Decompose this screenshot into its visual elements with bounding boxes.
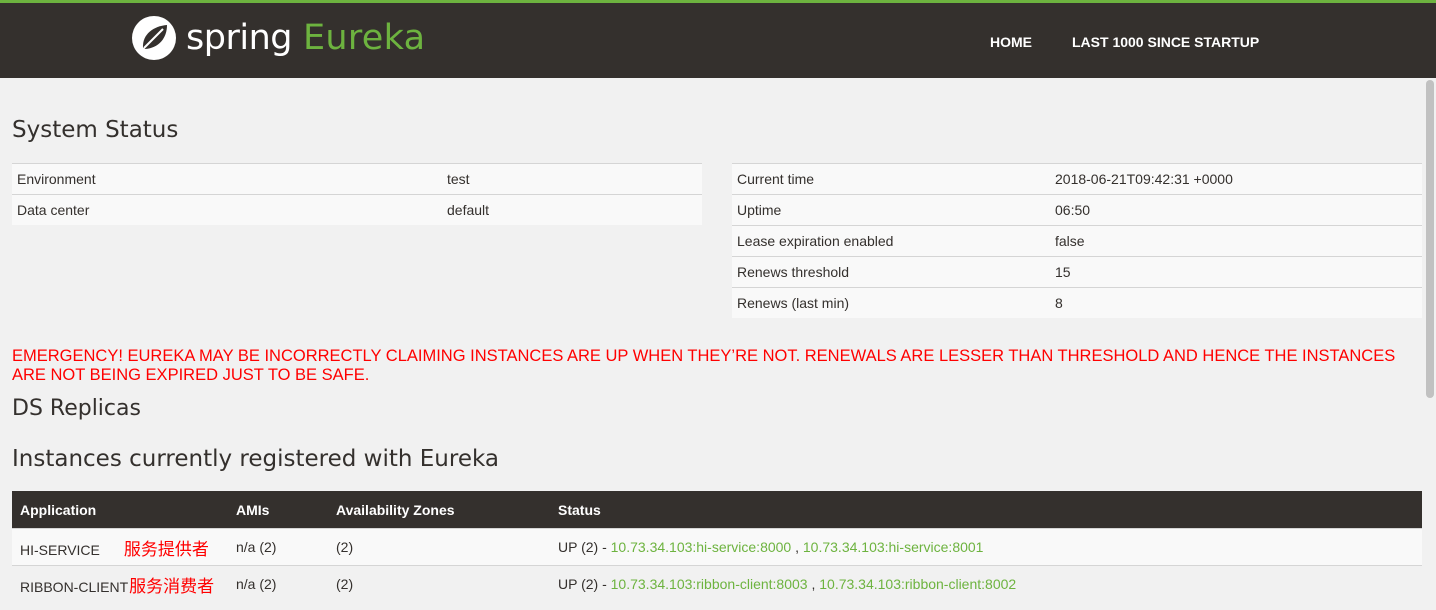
application-cell: HI-SERVICE 服务提供者 [12,528,228,566]
status-label: Uptime [732,194,1050,226]
table-row: Current time 2018-06-21T09:42:31 +0000 [732,163,1422,195]
zones-cell: (2) [328,565,550,602]
instance-link[interactable]: 10.73.34.103:hi-service:8000 [611,539,792,555]
status-label: Data center [12,194,442,225]
nav-home-link[interactable]: HOME [990,34,1032,50]
zones-cell: (2) [328,528,550,566]
table-row: HI-SERVICE 服务提供者 n/a (2) (2) UP (2) - 10.… [12,528,1422,566]
status-label: Environment [12,163,442,195]
table-row: Lease expiration enabled false [732,225,1422,257]
status-value: default [442,194,702,225]
column-header-amis: AMIs [228,491,328,529]
table-row: Renews (last min) 8 [732,287,1422,318]
amis-cell: n/a (2) [228,565,328,602]
table-row: RIBBON-CLIENT服务消费者 n/a (2) (2) UP (2) - … [12,565,1422,602]
amis-cell: n/a (2) [228,528,328,566]
nav-last-1000-link[interactable]: LAST 1000 SINCE STARTUP [1072,34,1259,50]
instances-table: Application AMIs Availability Zones Stat… [12,491,1422,602]
nav-links: HOME LAST 1000 SINCE STARTUP [990,34,1259,50]
column-header-application: Application [12,491,228,529]
link-separator: , [807,576,820,592]
status-cell: UP (2) - 10.73.34.103:hi-service:8000 , … [550,528,1422,566]
status-cell: UP (2) - 10.73.34.103:ribbon-client:8003… [550,565,1422,602]
table-header-row: Application AMIs Availability Zones Stat… [12,491,1422,529]
application-name: RIBBON-CLIENT [20,578,129,595]
status-prefix: UP (2) - [558,576,611,592]
application-name: HI-SERVICE [20,541,100,558]
emergency-warning: EMERGENCY! EUREKA MAY BE INCORRECTLY CLA… [12,347,1396,384]
status-value: 2018-06-21T09:42:31 +0000 [1050,163,1422,195]
instance-link[interactable]: 10.73.34.103:hi-service:8001 [803,539,984,555]
status-value: 8 [1050,287,1422,318]
instance-link[interactable]: 10.73.34.103:ribbon-client:8002 [819,576,1016,592]
status-value: false [1050,225,1422,257]
application-note: 服务提供者 [123,539,209,559]
table-row: Uptime 06:50 [732,194,1422,226]
status-value: 06:50 [1050,194,1422,226]
brand-spring-text: spring [186,18,292,58]
application-cell: RIBBON-CLIENT服务消费者 [12,565,228,602]
instances-heading: Instances currently registered with Eure… [12,446,499,472]
status-value: 15 [1050,256,1422,288]
status-label: Renews (last min) [732,287,1050,318]
column-header-status: Status [550,491,1422,529]
instance-link[interactable]: 10.73.34.103:ribbon-client:8003 [611,576,808,592]
ds-replicas-heading: DS Replicas [12,396,141,421]
status-prefix: UP (2) - [558,539,611,555]
table-row: Environment test [12,163,702,195]
status-label: Renews threshold [732,256,1050,288]
brand-logo-link[interactable]: spring Eureka [130,13,425,63]
table-row: Renews threshold 15 [732,256,1422,288]
scrollbar-thumb[interactable] [1426,80,1434,398]
status-label: Lease expiration enabled [732,225,1050,257]
vertical-scrollbar[interactable] [1424,78,1436,610]
brand-eureka-text: Eureka [302,18,426,58]
system-status-heading: System Status [12,117,179,143]
system-status-right-table: Current time 2018-06-21T09:42:31 +0000 U… [732,163,1422,318]
column-header-zones: Availability Zones [328,491,550,529]
status-label: Current time [732,163,1050,195]
link-separator: , [791,539,803,555]
status-value: test [442,163,702,195]
spring-leaf-icon [132,16,176,60]
system-status-left-table: Environment test Data center default [12,163,702,225]
application-note: 服务消费者 [129,576,215,596]
table-row: Data center default [12,194,702,225]
navbar: spring Eureka HOME LAST 1000 SINCE START… [0,0,1436,78]
